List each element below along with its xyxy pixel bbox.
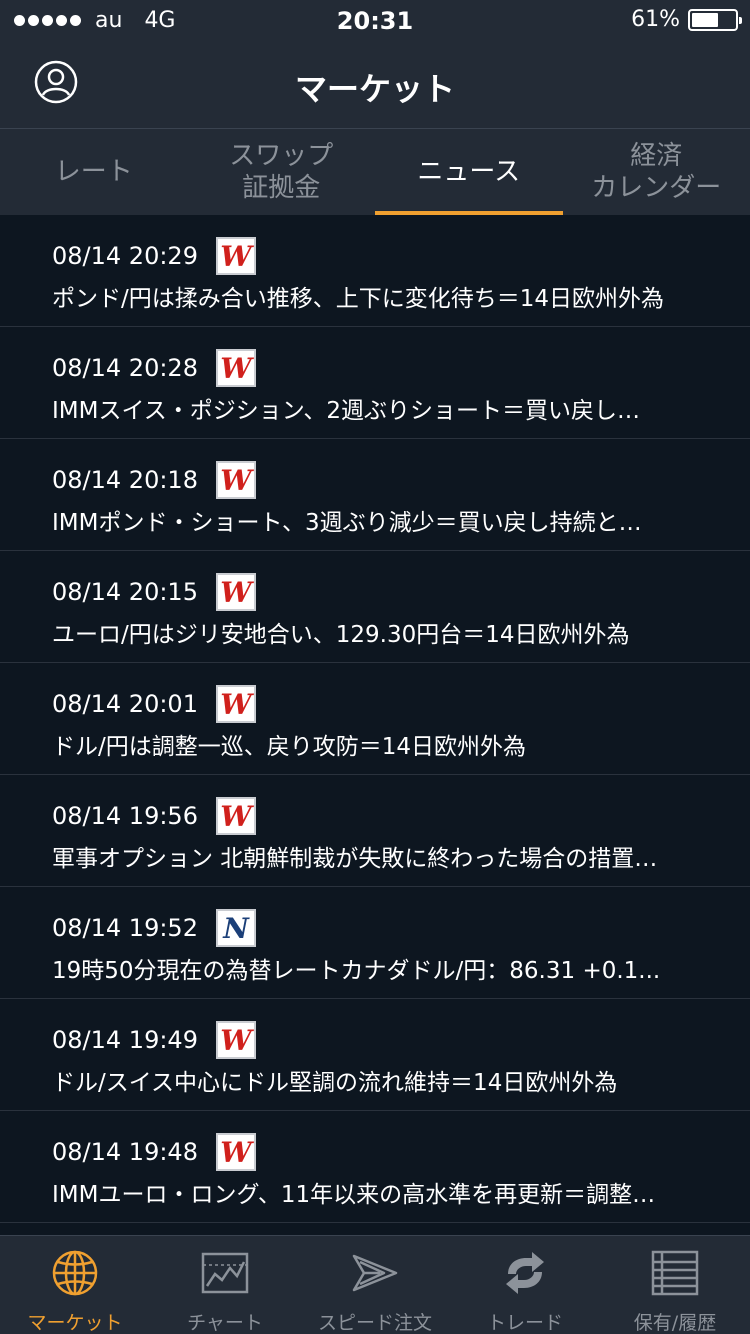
source-logo-icon: W — [216, 1021, 256, 1059]
news-time: 08/14 19:52 — [52, 914, 198, 942]
tab-bar-label: チャート — [187, 1312, 263, 1334]
news-item[interactable]: 08/14 19:56 W 軍事オプション 北朝鮮制裁が失敗に終わった場合の措置… — [0, 775, 750, 887]
tab-swap-margin[interactable]: スワップ 証拠金 — [188, 129, 376, 215]
tab-bar-speed-order[interactable]: スピード注文 — [300, 1236, 450, 1334]
news-item[interactable]: 08/14 20:29 W ポンド/円は揉み合い推移、上下に変化待ち＝14日欧州… — [0, 215, 750, 327]
chart-icon — [201, 1252, 249, 1294]
source-logo-icon: W — [216, 1133, 256, 1171]
news-item[interactable]: 08/14 20:15 W ユーロ/円はジリ安地合い、129.30円台＝14日欧… — [0, 551, 750, 663]
news-item[interactable]: 08/14 20:01 W ドル/円は調整一巡、戻り攻防＝14日欧州外為 — [0, 663, 750, 775]
tab-bar-label: トレード — [486, 1312, 563, 1334]
news-item[interactable]: 08/14 20:28 W IMMスイス・ポジション、2週ぶりショート＝買い戻し… — [0, 327, 750, 439]
nav-bar: マーケット — [0, 40, 750, 129]
tab-news[interactable]: ニュース — [375, 129, 563, 215]
tab-bar-chart[interactable]: チャート — [150, 1236, 300, 1334]
news-headline: ドル/円は調整一巡、戻り攻防＝14日欧州外為 — [52, 734, 527, 760]
news-headline: 19時50分現在の為替レートカナダドル/円：86.31 +0.1... — [52, 958, 661, 984]
news-time: 08/14 19:48 — [52, 1138, 198, 1166]
source-logo-icon: W — [216, 685, 256, 723]
source-logo-icon: W — [216, 573, 256, 611]
news-headline: IMMユーロ・ロング、11年以来の高水準を再更新＝調整… — [52, 1182, 656, 1208]
news-item[interactable]: 08/14 19:48 W IMMユーロ・ロング、11年以来の高水準を再更新＝調… — [0, 1111, 750, 1223]
battery-fill — [692, 12, 718, 27]
tab-rate[interactable]: レート — [0, 129, 188, 215]
news-headline: ドル/スイス中心にドル堅調の流れ維持＝14日欧州外為 — [52, 1070, 618, 1096]
status-bar: au 4G 20:31 61% — [0, 0, 750, 40]
tab-bar-holdings-history[interactable]: 保有/履歴 — [600, 1236, 750, 1334]
news-time: 08/14 20:01 — [52, 690, 198, 718]
source-logo-icon: N — [216, 909, 256, 947]
news-headline: IMMポンド・ショート、3週ぶり減少＝買い戻し持続と… — [52, 510, 642, 536]
battery-icon — [688, 8, 742, 31]
news-time: 08/14 19:56 — [52, 802, 198, 830]
tab-bar-label: 保有/履歴 — [633, 1312, 717, 1334]
source-logo-icon: W — [216, 797, 256, 835]
news-headline: 軍事オプション 北朝鮮制裁が失敗に終わった場合の措置… — [52, 846, 658, 872]
battery-percent: 61% — [631, 7, 680, 32]
page-title: マーケット — [294, 70, 455, 108]
speed-arrow-icon — [352, 1254, 398, 1292]
source-logo-icon: W — [216, 237, 256, 275]
news-time: 08/14 20:18 — [52, 466, 198, 494]
news-time: 08/14 20:15 — [52, 578, 198, 606]
globe-icon — [52, 1250, 98, 1296]
source-logo-icon: W — [216, 461, 256, 499]
segment-tabs: レート スワップ 証拠金 ニュース 経済 カレンダー — [0, 129, 750, 215]
bottom-tab-bar: マーケット チャート スピード注文 トレード 保有/履歴 — [0, 1235, 750, 1334]
list-icon — [651, 1250, 699, 1296]
tab-bar-trade[interactable]: トレード — [450, 1236, 600, 1334]
status-right: 61% — [631, 7, 742, 32]
news-item[interactable]: 08/14 20:18 W IMMポンド・ショート、3週ぶり減少＝買い戻し持続と… — [0, 439, 750, 551]
news-item[interactable]: 08/14 19:52 N 19時50分現在の為替レートカナダドル/円：86.3… — [0, 887, 750, 999]
tab-bar-label: スピード注文 — [317, 1312, 432, 1334]
news-time: 08/14 20:28 — [52, 354, 198, 382]
news-headline: ポンド/円は揉み合い推移、上下に変化待ち＝14日欧州外為 — [52, 286, 665, 312]
news-time: 08/14 19:49 — [52, 1026, 198, 1054]
refresh-arrows-icon — [506, 1252, 544, 1294]
news-list: 08/14 20:29 W ポンド/円は揉み合い推移、上下に変化待ち＝14日欧州… — [0, 215, 750, 1223]
news-time: 08/14 20:29 — [52, 242, 198, 270]
tab-bar-market[interactable]: マーケット — [0, 1236, 150, 1334]
news-headline: ユーロ/円はジリ安地合い、129.30円台＝14日欧州外為 — [52, 622, 630, 648]
tab-bar-label: マーケット — [27, 1312, 123, 1334]
news-item[interactable]: 08/14 19:49 W ドル/スイス中心にドル堅調の流れ維持＝14日欧州外為 — [0, 999, 750, 1111]
tab-economic-calendar[interactable]: 経済 カレンダー — [563, 129, 750, 215]
source-logo-icon: W — [216, 349, 256, 387]
news-headline: IMMスイス・ポジション、2週ぶりショート＝買い戻し… — [52, 398, 641, 424]
